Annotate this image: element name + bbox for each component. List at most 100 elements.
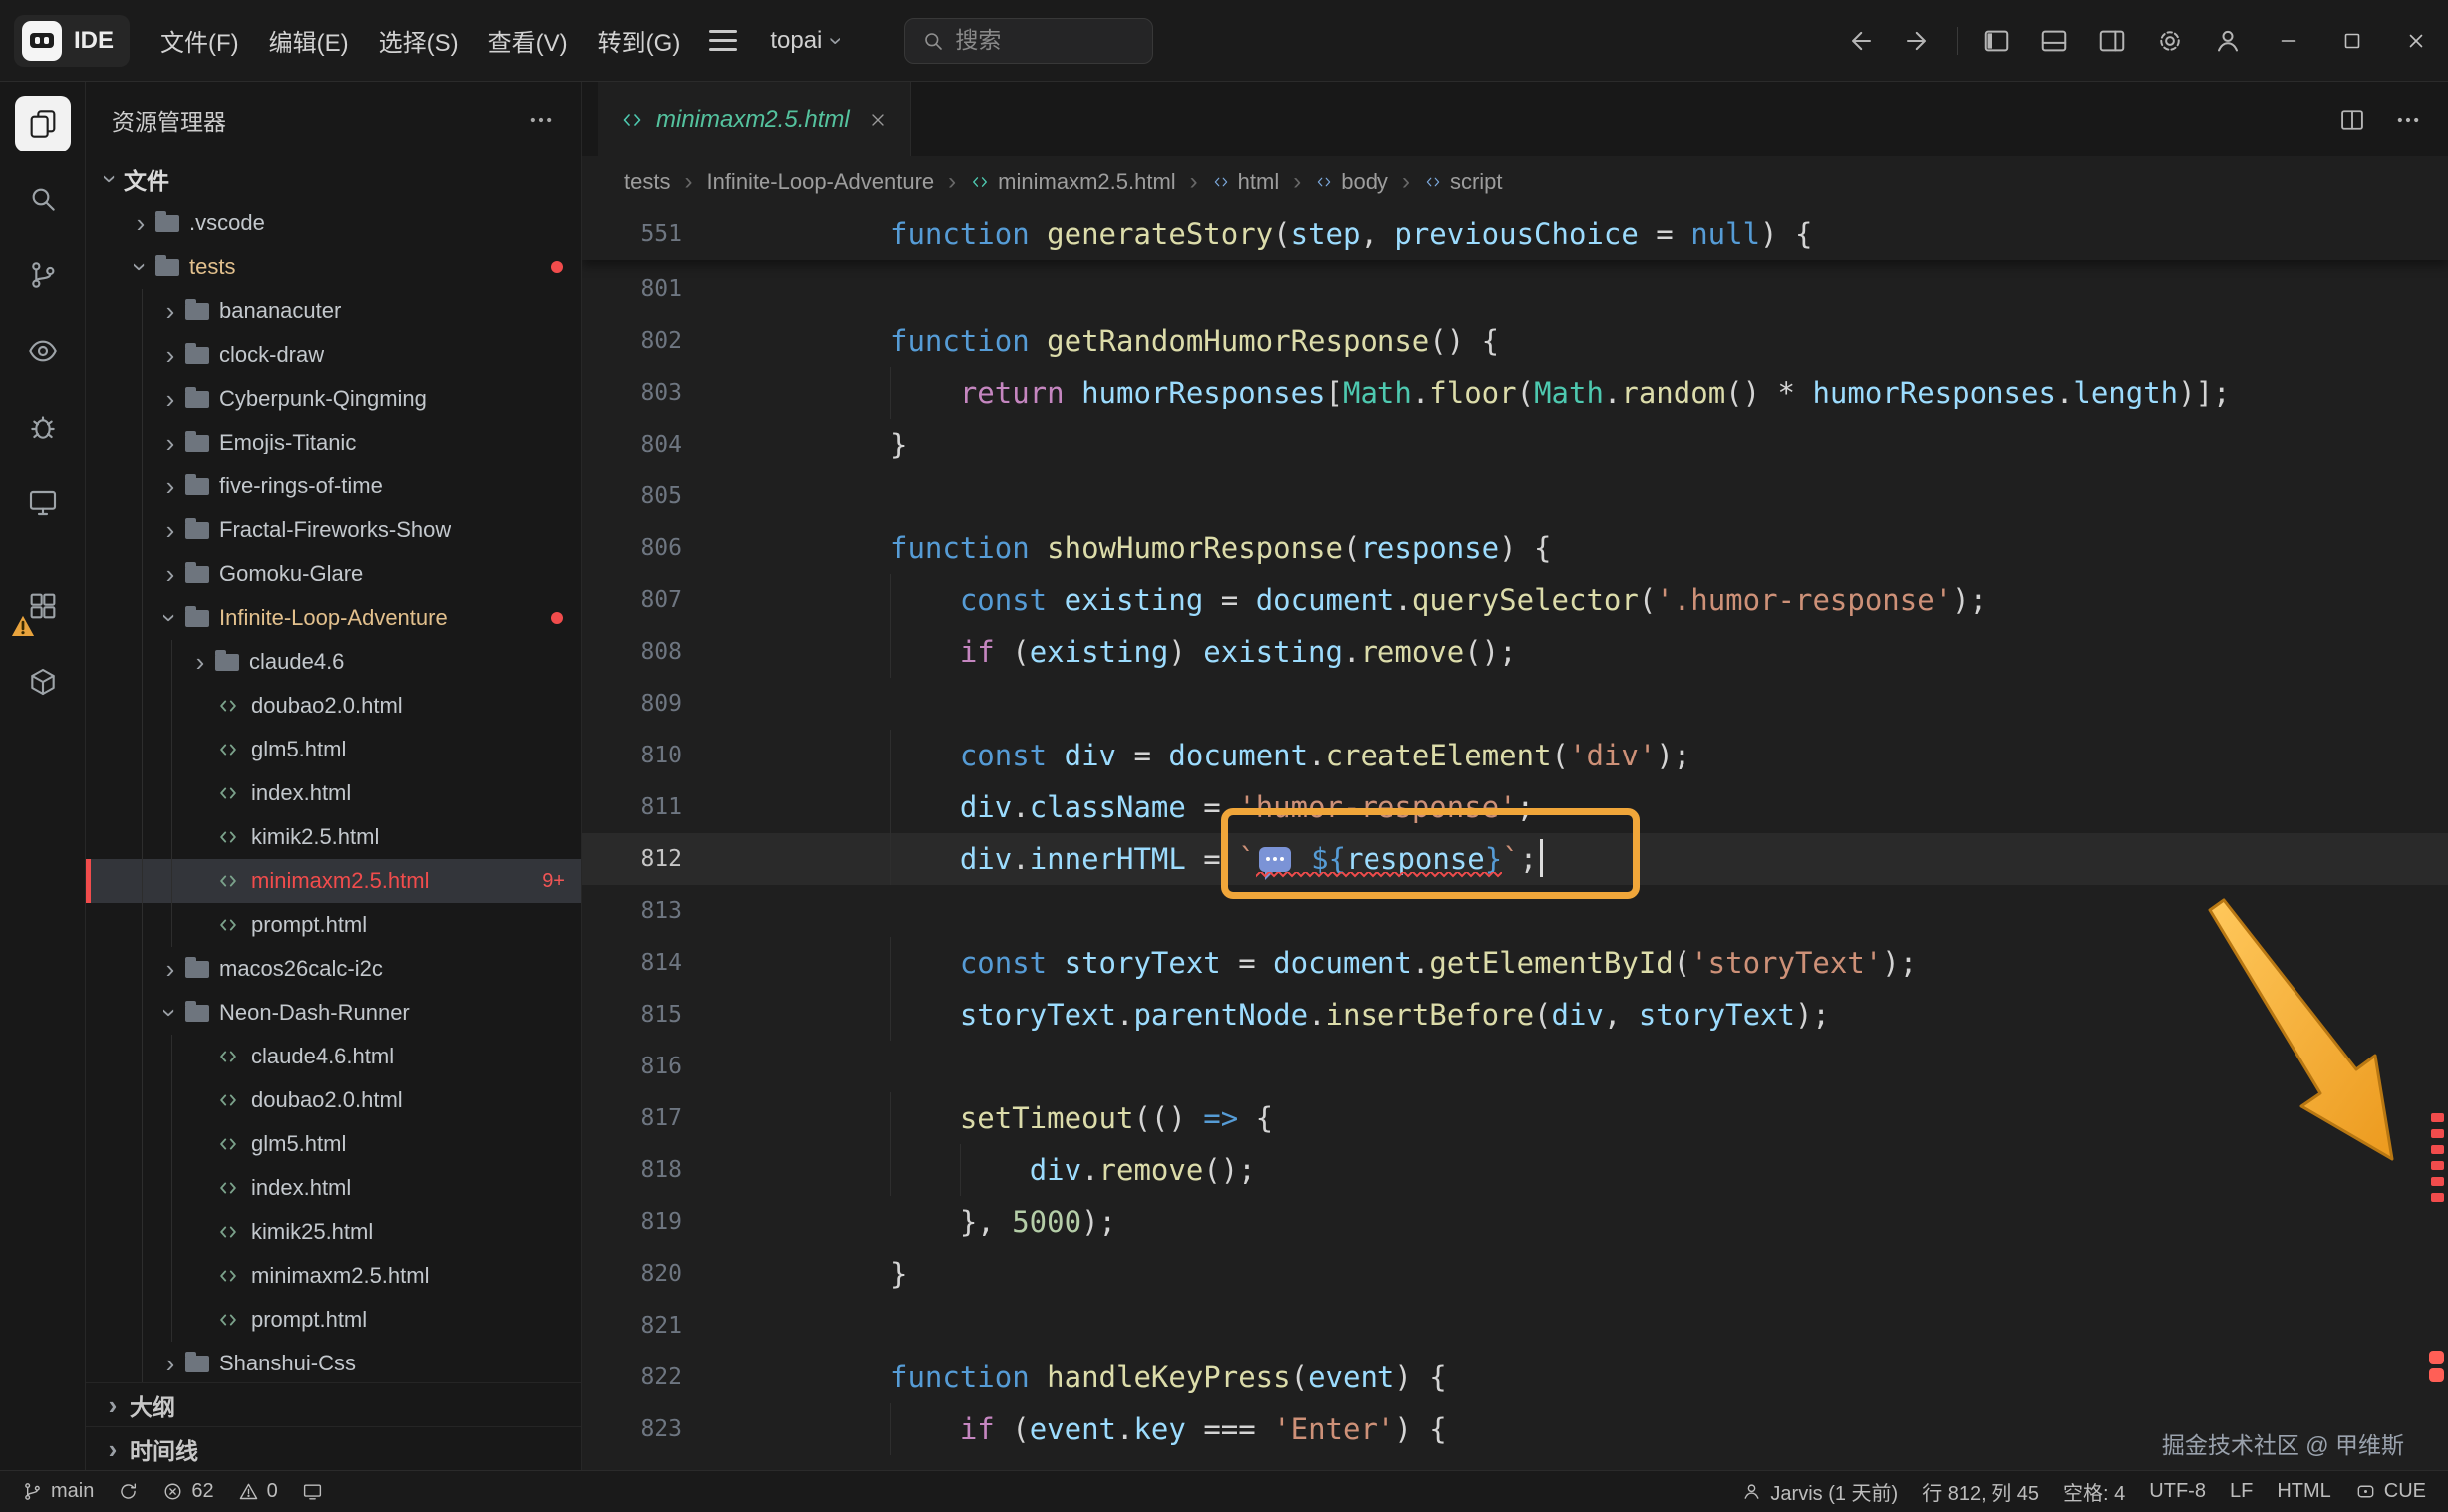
tree-item-index.html[interactable]: index.html [86, 771, 581, 815]
code-line-803[interactable]: 803 return humorResponses[Math.floor(Mat… [582, 367, 2448, 419]
code-line-812[interactable]: 812 div.innerHTML = ` ${response}`; [582, 833, 2448, 885]
tree-item-index.html[interactable]: index.html [86, 1166, 581, 1210]
code-line-805[interactable]: 805 [582, 470, 2448, 522]
status-eol[interactable]: LF [2218, 1472, 2265, 1512]
tree-item-clock-draw[interactable]: ›clock-draw [86, 333, 581, 377]
layout-panel-icon[interactable] [2039, 26, 2069, 56]
arrow-back-icon[interactable] [1845, 26, 1875, 56]
activity-source-control-icon[interactable] [15, 247, 71, 303]
tree-item-macos26calc-i2c[interactable]: ›macos26calc-i2c [86, 947, 581, 991]
status-blame[interactable]: Jarvis (1 天前) [1729, 1472, 1910, 1512]
tree-item-Shanshui-Css[interactable]: ›Shanshui-Css [86, 1342, 581, 1382]
code-line-819[interactable]: 819 }, 5000); [582, 1196, 2448, 1248]
breadcrumb-item-body[interactable]: body [1315, 169, 1388, 195]
tree-item-five-rings-of-time[interactable]: ›five-rings-of-time [86, 464, 581, 508]
arrow-forward-icon[interactable] [1903, 26, 1933, 56]
menu-file[interactable]: 文件(F) [146, 17, 254, 65]
breadcrumb-item-html[interactable]: html [1212, 169, 1280, 195]
menu-selection[interactable]: 选择(S) [364, 17, 473, 65]
status-cursor-position[interactable]: 行 812, 列 45 [1910, 1472, 2051, 1512]
activity-packages-icon[interactable] [15, 654, 71, 710]
activity-explorer-icon[interactable] [15, 96, 71, 151]
code-line-801[interactable]: 801 [582, 263, 2448, 315]
layout-secondary-sidebar-icon[interactable] [2097, 26, 2127, 56]
tab-minimaxm2-5-html[interactable]: minimaxm2.5.html [598, 82, 911, 156]
activity-preview-icon[interactable] [15, 323, 71, 379]
code-line-816[interactable]: 816 [582, 1041, 2448, 1092]
activity-debug-icon[interactable] [15, 399, 71, 454]
global-search[interactable] [904, 18, 1153, 64]
code-line-809[interactable]: 809 [582, 678, 2448, 730]
breadcrumb-item-script[interactable]: script [1424, 169, 1503, 195]
code-line-802[interactable]: 802function getRandomHumorResponse() { [582, 315, 2448, 367]
close-icon[interactable] [2384, 0, 2448, 82]
status-errors[interactable]: 62 [151, 1472, 225, 1512]
tree-item-minimaxm2.5.html[interactable]: minimaxm2.5.html9+ [86, 859, 581, 903]
tree-item-doubao2.0.html[interactable]: doubao2.0.html [86, 1078, 581, 1122]
code-line-822[interactable]: 822function handleKeyPress(event) { [582, 1352, 2448, 1403]
settings-gear-icon[interactable] [2155, 26, 2185, 56]
tree-item-bananacuter[interactable]: ›bananacuter [86, 289, 581, 333]
tree-item-minimaxm2.5.html[interactable]: minimaxm2.5.html [86, 1254, 581, 1298]
app-logo[interactable]: IDE [14, 15, 130, 67]
tree-item-prompt.html[interactable]: prompt.html [86, 1298, 581, 1342]
status-sync[interactable] [106, 1472, 151, 1512]
outline-section[interactable]: › 大纲 [86, 1382, 581, 1426]
breadcrumb-item-tests[interactable]: tests [624, 169, 670, 195]
activity-terminal-icon[interactable] [15, 474, 71, 530]
tree-item-Emojis-Titanic[interactable]: ›Emojis-Titanic [86, 421, 581, 464]
menu-goto[interactable]: 转到(G) [583, 17, 696, 65]
status-encoding[interactable]: UTF-8 [2137, 1472, 2218, 1512]
code-line-813[interactable]: 813 [582, 885, 2448, 937]
tree-item-kimik25.html[interactable]: kimik25.html [86, 1210, 581, 1254]
tree-item-glm5.html[interactable]: glm5.html [86, 1122, 581, 1166]
minimize-icon[interactable] [2257, 0, 2320, 82]
workspace-switcher[interactable]: topai › [770, 27, 840, 55]
layout-sidebar-icon[interactable] [1982, 26, 2011, 56]
code-line-814[interactable]: 814 const storyText = document.getElemen… [582, 937, 2448, 989]
tree-item-prompt.html[interactable]: prompt.html [86, 903, 581, 947]
sticky-scroll-line[interactable]: 551function generateStory(step, previous… [582, 208, 2448, 260]
search-input[interactable] [955, 27, 1114, 54]
breadcrumb-item-minimaxm2.5.html[interactable]: minimaxm2.5.html [970, 169, 1175, 195]
more-actions-icon[interactable] [2394, 106, 2422, 134]
code-line-820[interactable]: 820} [582, 1248, 2448, 1300]
code-line-815[interactable]: 815 storyText.parentNode.insertBefore(di… [582, 989, 2448, 1041]
tree-item-Infinite-Loop-Adventure[interactable]: ›Infinite-Loop-Adventure [86, 596, 581, 640]
tree-item-glm5.html[interactable]: glm5.html [86, 728, 581, 771]
code-line-811[interactable]: 811 div.className = 'humor-response'; [582, 781, 2448, 833]
tree-item-doubao2.0.html[interactable]: doubao2.0.html [86, 684, 581, 728]
tree-item-Fractal-Fireworks-Show[interactable]: ›Fractal-Fireworks-Show [86, 508, 581, 552]
code-line-807[interactable]: 807 const existing = document.querySelec… [582, 574, 2448, 626]
account-icon[interactable] [2213, 26, 2243, 56]
menu-view[interactable]: 查看(V) [473, 17, 583, 65]
breadcrumb-item-Infinite-Loop-Adventure[interactable]: Infinite-Loop-Adventure [706, 169, 934, 195]
status-remote[interactable] [290, 1472, 335, 1512]
status-branch[interactable]: main [10, 1472, 106, 1512]
code-line-818[interactable]: 818 div.remove(); [582, 1144, 2448, 1196]
status-indentation[interactable]: 空格: 4 [2051, 1472, 2137, 1512]
code-line-804[interactable]: 804} [582, 419, 2448, 470]
maximize-icon[interactable] [2320, 0, 2384, 82]
tree-item-.vscode[interactable]: ›.vscode [86, 201, 581, 245]
code-line-810[interactable]: 810 const div = document.createElement('… [582, 730, 2448, 781]
code-line-806[interactable]: 806function showHumorResponse(response) … [582, 522, 2448, 574]
activity-extensions-icon[interactable] [15, 578, 71, 634]
code-editor[interactable]: 551function generateStory(step, previous… [582, 208, 2448, 1470]
code-line-817[interactable]: 817 setTimeout(() => { [582, 1092, 2448, 1144]
tree-item-Cyberpunk-Qingming[interactable]: ›Cyberpunk-Qingming [86, 377, 581, 421]
tree-item-Neon-Dash-Runner[interactable]: ›Neon-Dash-Runner [86, 991, 581, 1035]
tree-item-claude4.6.html[interactable]: claude4.6.html [86, 1035, 581, 1078]
hamburger-menu-icon[interactable] [709, 30, 737, 51]
activity-search-icon[interactable] [15, 171, 71, 227]
tree-item-claude4.6[interactable]: ›claude4.6 [86, 640, 581, 684]
status-cue[interactable]: CUE [2343, 1472, 2438, 1512]
split-editor-icon[interactable] [2338, 106, 2366, 134]
tree-item-kimik2.5.html[interactable]: kimik2.5.html [86, 815, 581, 859]
tree-item-tests[interactable]: ›tests [86, 245, 581, 289]
status-language[interactable]: HTML [2265, 1472, 2342, 1512]
menu-edit[interactable]: 编辑(E) [254, 17, 364, 65]
timeline-section[interactable]: › 时间线 [86, 1426, 581, 1470]
code-line-821[interactable]: 821 [582, 1300, 2448, 1352]
code-line-808[interactable]: 808 if (existing) existing.remove(); [582, 626, 2448, 678]
